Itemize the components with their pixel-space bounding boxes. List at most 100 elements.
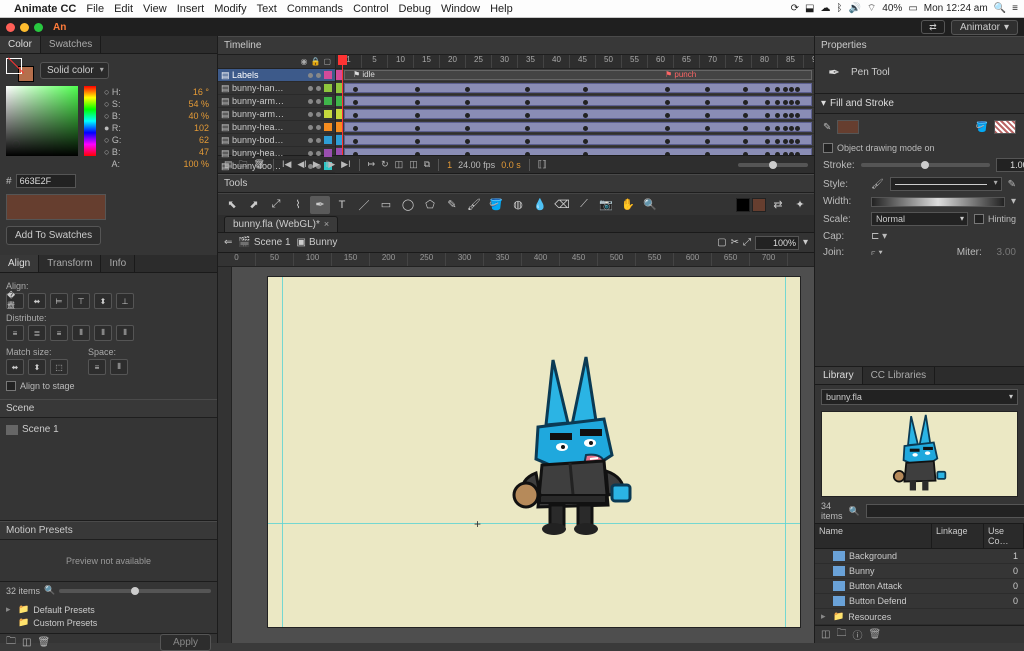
breadcrumb-symbol[interactable]: ▣ Bunny bbox=[297, 237, 338, 248]
text-tool-icon[interactable]: T bbox=[332, 196, 352, 214]
app-name[interactable]: Animate CC bbox=[14, 3, 76, 15]
scale-select[interactable]: Normal bbox=[871, 212, 968, 226]
track-row[interactable]: ⚑ idle⚑ punch bbox=[336, 69, 814, 82]
library-item[interactable]: Background1 bbox=[815, 549, 1024, 564]
layer-row[interactable]: ▤bunny-arm… bbox=[218, 108, 335, 121]
layer-row[interactable]: ▤Labels bbox=[218, 69, 335, 82]
stage-ruler-tick[interactable]: 50 bbox=[256, 253, 294, 266]
elapsed[interactable]: 0.0 s bbox=[501, 160, 521, 170]
ruler-tick[interactable]: 40 bbox=[544, 55, 570, 68]
tab-color[interactable]: Color bbox=[0, 36, 41, 53]
timeline-zoom-slider[interactable] bbox=[738, 163, 808, 167]
line-tool-icon[interactable]: ／ bbox=[354, 196, 374, 214]
dropbox-icon[interactable]: ⬓ bbox=[805, 3, 814, 14]
snap-icon[interactable]: ✦ bbox=[790, 196, 810, 214]
align-hcenter-icon[interactable]: ⬌ bbox=[28, 293, 46, 309]
stage[interactable]: + bbox=[268, 277, 800, 627]
selection-tool-icon[interactable]: ⬉ bbox=[222, 196, 242, 214]
align-top-icon[interactable]: ⊤ bbox=[72, 293, 90, 309]
notification-icon[interactable]: ≡ bbox=[1012, 3, 1018, 14]
onion-skin-icon[interactable]: ◫ bbox=[395, 159, 404, 170]
stroke-color-chip[interactable] bbox=[736, 198, 750, 212]
clock[interactable]: Mon 12:24 am bbox=[924, 3, 988, 14]
ruler-tick[interactable]: 50 bbox=[596, 55, 622, 68]
library-item[interactable]: Button Defend0 bbox=[815, 594, 1024, 609]
stage-color-icon[interactable]: ▢ bbox=[717, 237, 726, 248]
motion-search[interactable] bbox=[59, 589, 211, 593]
cap-select[interactable]: ⊏ ▾ bbox=[871, 231, 887, 242]
space-horiz-icon[interactable]: ⫴ bbox=[110, 359, 128, 375]
track-row[interactable] bbox=[336, 147, 814, 155]
library-file-select[interactable]: bunny.fla bbox=[821, 389, 1018, 405]
width-tool-icon[interactable]: ⟋ bbox=[574, 196, 594, 214]
stroke-swatch[interactable] bbox=[994, 120, 1016, 134]
dist-bottom-icon[interactable]: ≡ bbox=[50, 325, 68, 341]
outline-icon[interactable]: ▢ bbox=[323, 57, 331, 66]
menu-modify[interactable]: Modify bbox=[214, 3, 246, 15]
width-profile[interactable] bbox=[871, 197, 1005, 207]
cloud-icon[interactable]: ☁ bbox=[820, 3, 830, 14]
battery-icon[interactable]: ▭ bbox=[908, 3, 917, 14]
match-width-icon[interactable]: ⬌ bbox=[6, 359, 24, 375]
stage-ruler-tick[interactable]: 600 bbox=[674, 253, 712, 266]
traffic-lights[interactable] bbox=[6, 23, 43, 32]
tab-info[interactable]: Info bbox=[101, 255, 135, 272]
menu-control[interactable]: Control bbox=[353, 3, 388, 15]
col-linkage[interactable]: Linkage bbox=[932, 524, 984, 548]
dist-hcenter-icon[interactable]: ⫴ bbox=[94, 325, 112, 341]
bluetooth-icon[interactable]: ᛒ bbox=[836, 3, 842, 14]
close-icon[interactable] bbox=[6, 23, 15, 32]
preset-custom[interactable]: 📁 Custom Presets bbox=[6, 616, 211, 629]
step-back-icon[interactable]: ◀I bbox=[297, 159, 306, 170]
zoom-input[interactable] bbox=[755, 236, 799, 250]
breadcrumb-scene[interactable]: 🎬 Scene 1 bbox=[238, 237, 290, 248]
align-right-icon[interactable]: ⊨ bbox=[50, 293, 68, 309]
center-frame-icon[interactable]: ↦ bbox=[368, 159, 376, 170]
fit-icon[interactable]: ⤢ bbox=[743, 237, 751, 248]
dist-top-icon[interactable]: ≡ bbox=[6, 325, 24, 341]
tab-align[interactable]: Align bbox=[0, 255, 39, 272]
span-based-icon[interactable]: ⟦⟧ bbox=[538, 159, 547, 170]
new-layer-icon[interactable]: ▤ bbox=[224, 159, 233, 170]
stage-ruler-tick[interactable]: 300 bbox=[446, 253, 484, 266]
cc-sync-icon[interactable]: ⟳ bbox=[791, 3, 799, 14]
hinting-checkbox[interactable]: Hinting bbox=[974, 214, 1016, 224]
stage-ruler-tick[interactable]: 100 bbox=[294, 253, 332, 266]
library-item[interactable]: Bunny0 bbox=[815, 564, 1024, 579]
menu-debug[interactable]: Debug bbox=[399, 3, 431, 15]
stage-ruler-tick[interactable]: 700 bbox=[750, 253, 788, 266]
preset-default[interactable]: ▸📁 Default Presets bbox=[6, 603, 211, 616]
workspace-switcher[interactable]: Animator▾ bbox=[951, 20, 1018, 35]
properties-icon[interactable]: ⓘ bbox=[852, 627, 862, 642]
stage-ruler-tick[interactable]: 650 bbox=[712, 253, 750, 266]
align-left-icon[interactable]: �衋 bbox=[6, 293, 24, 309]
eraser-icon[interactable]: ⌫ bbox=[552, 196, 572, 214]
a-value[interactable]: 100 % bbox=[183, 159, 209, 169]
dist-vcenter-icon[interactable]: ≣ bbox=[28, 325, 46, 341]
stage-ruler-tick[interactable]: 500 bbox=[598, 253, 636, 266]
close-tab-icon[interactable]: × bbox=[324, 219, 329, 229]
fill-swatch[interactable] bbox=[837, 120, 859, 134]
lock-icon[interactable]: 🔒 bbox=[310, 57, 320, 66]
ruler-tick[interactable]: 80 bbox=[752, 55, 778, 68]
track-row[interactable] bbox=[336, 134, 814, 147]
track-row[interactable] bbox=[336, 82, 814, 95]
goto-first-icon[interactable]: I◀ bbox=[282, 159, 291, 170]
miter-value[interactable]: 3.00 bbox=[997, 247, 1016, 258]
camera-tool-icon[interactable]: 📷 bbox=[596, 196, 616, 214]
ruler-tick[interactable]: 25 bbox=[466, 55, 492, 68]
stroke-fill-swatch[interactable] bbox=[6, 58, 34, 82]
r-value[interactable]: 102 bbox=[194, 123, 209, 133]
library-item[interactable]: ▸📁 Resources bbox=[815, 609, 1024, 625]
ruler-tick[interactable]: 5 bbox=[362, 55, 388, 68]
polystar-tool-icon[interactable]: ⬠ bbox=[420, 196, 440, 214]
pen-tool-icon[interactable]: ✒ bbox=[310, 196, 330, 214]
menu-help[interactable]: Help bbox=[490, 3, 513, 15]
stroke-style-select[interactable] bbox=[890, 177, 1002, 191]
document-tab[interactable]: bunny.fla (WebGL)* × bbox=[224, 216, 338, 232]
menu-file[interactable]: File bbox=[86, 3, 104, 15]
scene-item[interactable]: Scene 1 bbox=[6, 422, 211, 437]
menu-edit[interactable]: Edit bbox=[114, 3, 133, 15]
layer-row[interactable]: ▤bunny-bod… bbox=[218, 134, 335, 147]
delete-icon[interactable]: 🗑 bbox=[868, 629, 881, 640]
